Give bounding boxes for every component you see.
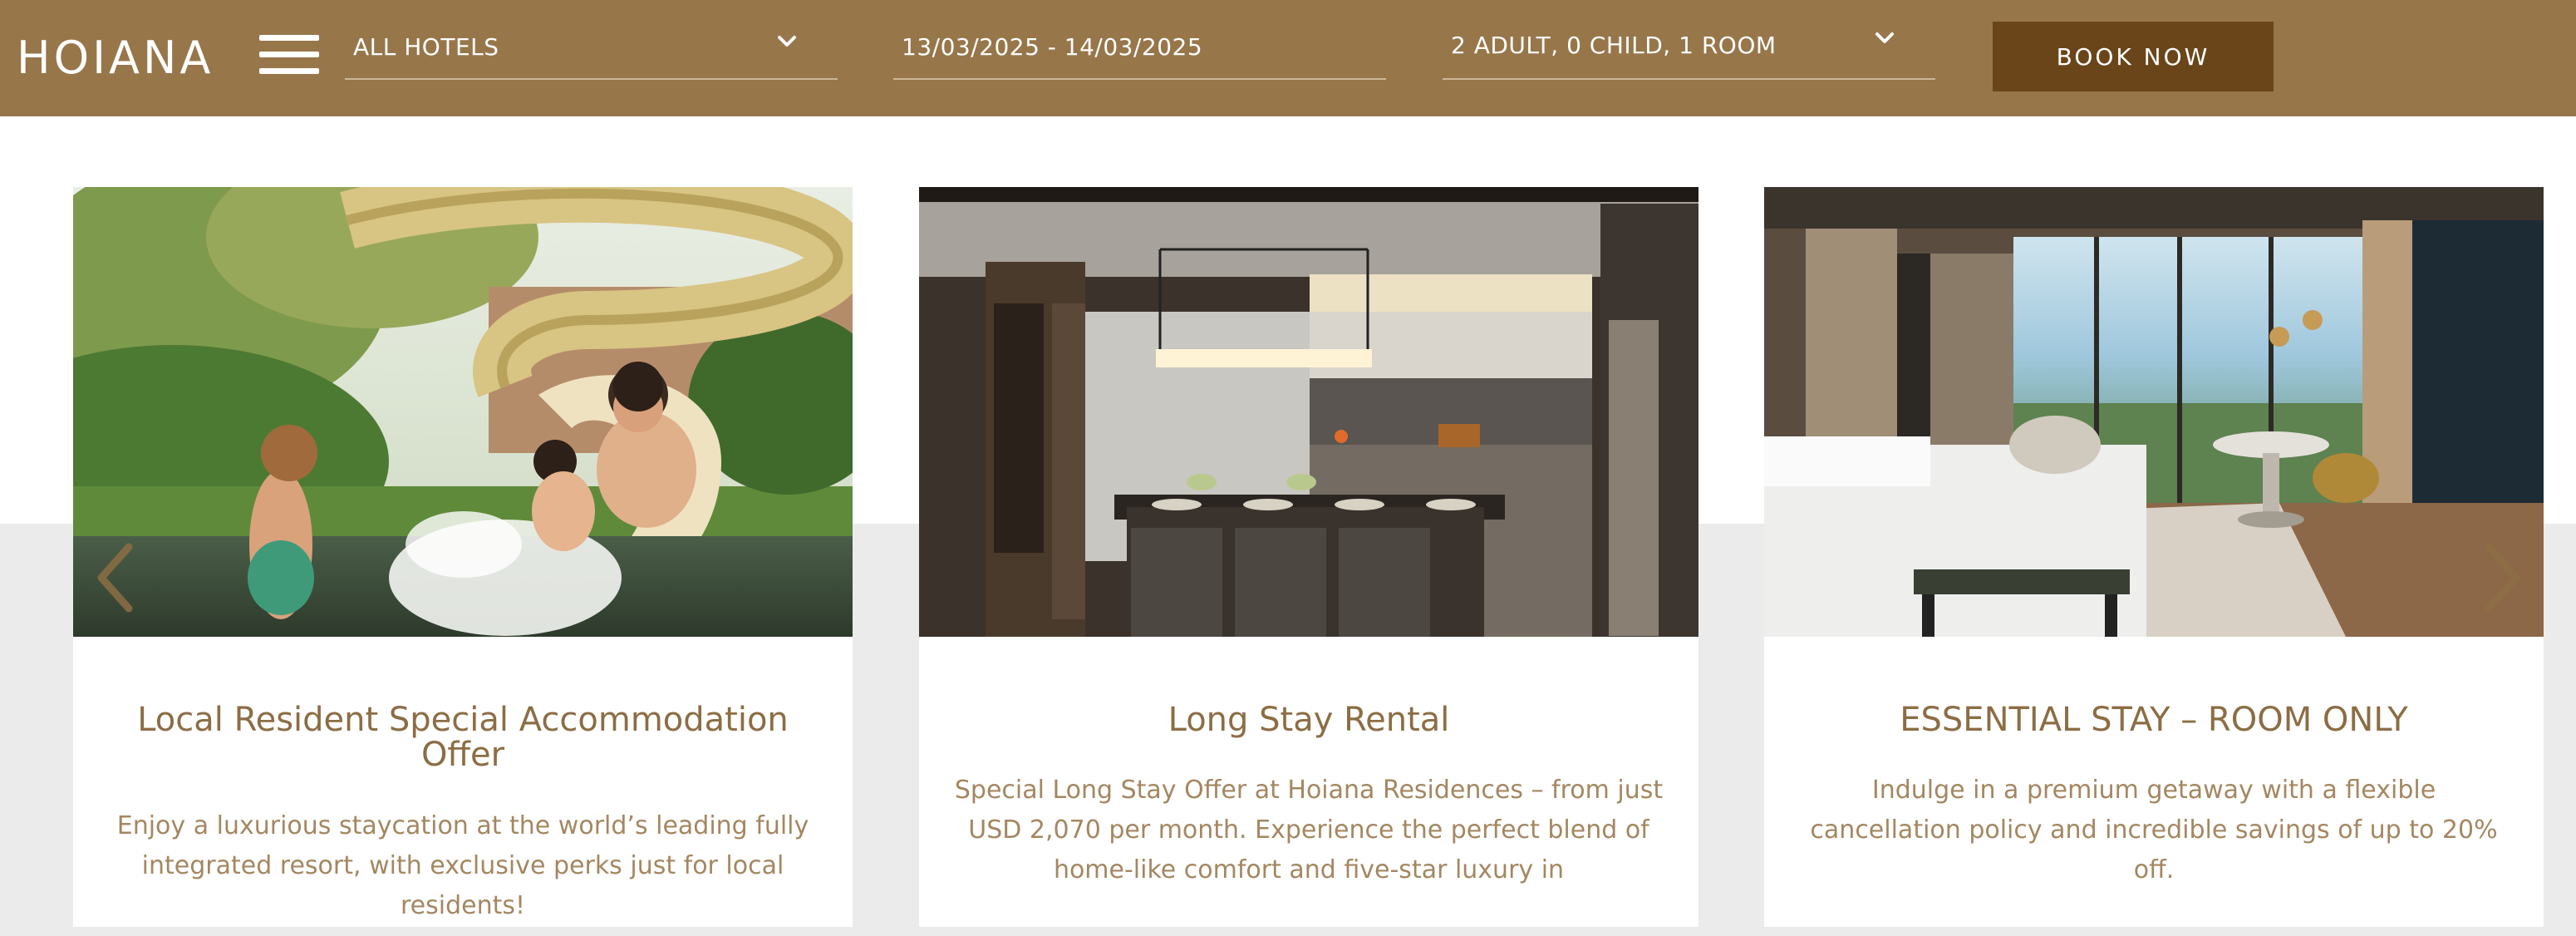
- chevron-right-icon[interactable]: [2476, 540, 2526, 615]
- chevron-left-icon[interactable]: [91, 540, 141, 615]
- offer-description: Enjoy a luxurious staycation at the worl…: [116, 811, 809, 920]
- book-now-button[interactable]: BOOK NOW: [1993, 22, 2274, 91]
- offer-title[interactable]: Local Resident Special Accommodation Off…: [106, 702, 819, 772]
- offer-description: Indulge in a premium getaway with a flex…: [1810, 776, 2498, 884]
- date-range-field[interactable]: 13/03/2025 - 14/03/2025: [893, 22, 1386, 80]
- offer-card[interactable]: Local Resident Special Accommodation Off…: [73, 187, 853, 927]
- date-range-value: 13/03/2025 - 14/03/2025: [902, 33, 1203, 61]
- guests-select-value: 2 ADULT, 0 CHILD, 1 ROOM: [1451, 32, 1777, 59]
- offer-description: Special Long Stay Offer at Hoiana Reside…: [954, 776, 1664, 884]
- hotel-select[interactable]: ALL HOTELS: [345, 22, 838, 80]
- hotel-select-value: ALL HOTELS: [353, 33, 499, 61]
- residence-kitchen-dining-photo[interactable]: [919, 187, 1698, 637]
- chevron-down-icon: [1875, 32, 1894, 43]
- hamburger-menu-icon[interactable]: [259, 35, 319, 75]
- guests-select[interactable]: 2 ADULT, 0 CHILD, 1 ROOM: [1443, 22, 1935, 80]
- chevron-down-icon: [778, 36, 796, 47]
- ocean-view-bedroom-photo[interactable]: [1764, 187, 2544, 637]
- offer-title[interactable]: ESSENTIAL STAY – ROOM ONLY: [1797, 702, 2510, 737]
- hoiana-logo[interactable]: HOIANA: [17, 25, 214, 91]
- offer-card[interactable]: ESSENTIAL STAY – ROOM ONLY Indulge in a …: [1764, 187, 2544, 927]
- offer-card[interactable]: Long Stay Rental Special Long Stay Offer…: [919, 187, 1698, 927]
- family-waterslide-pool-photo[interactable]: [73, 187, 853, 637]
- top-booking-bar: HOIANA ALL HOTELS 13/03/2025 - 14/03/202…: [0, 0, 2576, 116]
- offer-title[interactable]: Long Stay Rental: [952, 702, 1665, 737]
